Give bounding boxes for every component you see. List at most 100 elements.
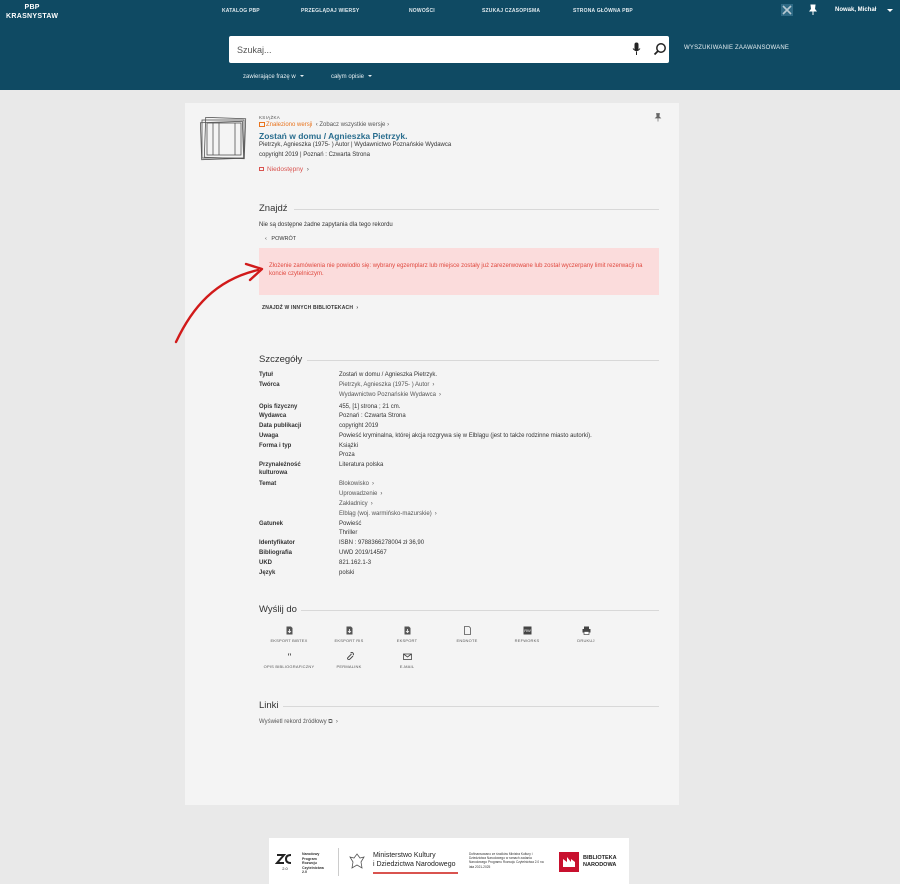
search-box: [229, 36, 669, 63]
advanced-search-link[interactable]: WYSZUKIWANIE ZAAWANSOWANE: [684, 45, 789, 51]
filter-scope-dropdown[interactable]: całym opisie: [331, 74, 373, 80]
filter-phrase-label: zawierające frazę w: [243, 74, 296, 80]
library-line2: NARODOWA: [583, 862, 617, 868]
svg-text:RW: RW: [524, 628, 531, 633]
print-label: DRUKUJ: [577, 638, 595, 643]
nav-item-journals[interactable]: SZUKAJ CZASOPISMA: [482, 8, 540, 14]
detail-value-form-2: Proza: [339, 452, 355, 458]
all-versions-link[interactable]: Zobacz wszystkie wersje: [319, 122, 385, 128]
library-line1: BIBLIOTEKA: [583, 855, 617, 861]
search-input[interactable]: [237, 42, 617, 57]
chevron-down-icon: [368, 75, 373, 78]
find-in-other-libraries-link[interactable]: ZNAJDŹ W INNYCH BIBLIOTEKACH ›: [262, 305, 358, 311]
chevron-down-icon: [299, 75, 304, 78]
detail-label-language: Język: [259, 570, 276, 576]
nav-item-browse[interactable]: PRZEGLĄDAJ WIERSY: [301, 8, 359, 14]
document-download-icon: [286, 626, 292, 635]
nprc-text: Narodowy Program Rozwoju Czytelnictwa 2.…: [302, 852, 324, 874]
refworks-button[interactable]: RW REFWORKS: [497, 626, 557, 643]
print-button[interactable]: DRUKUJ: [556, 626, 616, 643]
chevron-right-icon: ›: [385, 122, 390, 129]
detail-value-form-1: Książki: [339, 443, 359, 449]
detail-link-label: Zakładnicy: [339, 501, 368, 507]
detail-link-label: Pietrzyk, Agnieszka (1975- ) Autor: [339, 382, 430, 388]
ministry-line1: Ministerstwo Kultury: [373, 852, 436, 859]
nav-item-catalog[interactable]: KATALOG PBP: [222, 8, 260, 14]
detail-label-note: Uwaga: [259, 433, 279, 439]
divider: [373, 872, 458, 874]
filter-phrase-dropdown[interactable]: zawierające frazę w: [243, 74, 304, 80]
quote-icon: ": [287, 652, 292, 661]
detail-label-bibliography: Bibliografia: [259, 550, 293, 556]
export-button[interactable]: EKSPORT: [377, 626, 437, 643]
site-logo[interactable]: PBP KRASNYSTAW: [6, 3, 58, 21]
detail-value-physical: 455, [1] strona ; 21 cm.: [339, 404, 401, 410]
paperclip-icon: [346, 652, 354, 661]
availability-status[interactable]: Niedostępny ›: [259, 166, 309, 173]
detail-link-subject-1[interactable]: Blokowisko ›: [339, 480, 374, 489]
detail-value-genre-2: Thriller: [339, 530, 358, 536]
back-button[interactable]: ‹ POWRÓT: [265, 236, 296, 242]
book-cover-placeholder-icon: [199, 117, 247, 161]
nav-item-new[interactable]: NOWOŚCI: [409, 8, 435, 14]
endnote-button[interactable]: ENDNOTE: [437, 626, 497, 643]
source-record-link[interactable]: Wyświetl rekord źródłowy ⧉ ›: [259, 719, 338, 726]
citation-button[interactable]: " OPIS BIBLIOGRAFICZNY: [259, 652, 319, 669]
annotation-arrow-icon: [174, 262, 264, 344]
versions-found-link[interactable]: Znaleziono wersji: [266, 122, 312, 128]
divider: [294, 209, 659, 210]
pin-icon[interactable]: [654, 113, 662, 122]
search-icon[interactable]: [653, 42, 667, 56]
export-ris-button[interactable]: EKSPORT RIS: [319, 626, 379, 643]
detail-label-date: Data publikacji: [259, 423, 302, 429]
detail-value-title: Zostań w domu / Agnieszka Pietrzyk.: [339, 372, 438, 378]
chevron-right-icon: ›: [370, 501, 373, 507]
detail-value-genre-1: Powieść: [339, 521, 362, 527]
detail-value-note: Powieść kryminalna, której akcja rozgryw…: [339, 433, 592, 439]
svg-text:": ": [287, 652, 292, 661]
permalink-button[interactable]: PERMALINK: [319, 652, 379, 669]
record-version-links: Znaleziono wersji ‹ Zobacz wszystkie wer…: [259, 122, 389, 128]
chevron-right-icon: ›: [303, 166, 309, 173]
detail-value-culture: Literatura polska: [339, 462, 384, 468]
email-button[interactable]: E-MAIL: [377, 652, 437, 669]
pin-icon[interactable]: [807, 4, 819, 16]
record-title[interactable]: Zostań w domu / Agnieszka Pietrzyk.: [259, 131, 407, 141]
chevron-down-icon[interactable]: [887, 9, 893, 12]
permalink-label: PERMALINK: [336, 664, 362, 669]
find-in-other-libraries-label: ZNAJDŹ W INNYCH BIBLIOTEKACH: [262, 305, 354, 311]
no-requests-text: Nie są dostępne żadne zapytania dla tego…: [259, 222, 393, 228]
microphone-icon[interactable]: [632, 42, 641, 56]
chevron-right-icon: ›: [353, 305, 359, 311]
detail-link-subject-4[interactable]: Elbląg (woj. warmińsko-mazurskie) ›: [339, 510, 437, 519]
detail-link-creator-2[interactable]: Wydawnictwo Poznańskie Wydawca ›: [339, 391, 441, 400]
detail-link-subject-3[interactable]: Zakładnicy ›: [339, 500, 373, 509]
footer-sponsors: 2.0 Narodowy Program Rozwoju Czytelnictw…: [269, 838, 629, 884]
find-section-title: Znajdź: [259, 203, 288, 214]
detail-value-date: copyright 2019: [339, 423, 379, 429]
chevron-right-icon: ›: [372, 481, 375, 487]
detail-link-creator-1[interactable]: Pietrzyk, Agnieszka (1975- ) Autor ›: [339, 381, 434, 390]
links-section-title: Linki: [259, 700, 279, 711]
svg-text:2.0: 2.0: [282, 866, 288, 871]
export-bibtex-button[interactable]: EKSPORT BIBTEX: [259, 626, 319, 643]
accessibility-icon[interactable]: [781, 4, 793, 16]
user-menu[interactable]: Nowak, Michał: [835, 7, 876, 13]
citation-label: OPIS BIBLIOGRAFICZNY: [263, 664, 315, 669]
national-library-logo-icon: [559, 852, 579, 872]
error-alert: Złożenie zamówienia nie powiodło się: wy…: [259, 248, 659, 295]
top-bar: PBP KRASNYSTAW KATALOG PBP PRZEGLĄDAJ WI…: [0, 0, 900, 90]
chevron-right-icon: ›: [380, 491, 383, 497]
detail-link-subject-2[interactable]: Uprowadzenie ›: [339, 490, 382, 499]
document-download-icon: [404, 626, 410, 635]
error-alert-text: Złożenie zamówienia nie powiodło się: wy…: [269, 263, 643, 277]
nav-item-home[interactable]: STRONA GŁÓWNA PBP: [573, 8, 633, 14]
printer-icon: [582, 626, 590, 635]
logo-line2: KRASNYSTAW: [6, 13, 59, 20]
detail-value-language: polski: [339, 570, 355, 576]
back-label: POWRÓT: [271, 236, 297, 242]
ministry-line2: i Dziedzictwa Narodowego: [373, 861, 456, 868]
detail-label-genre: Gatunek: [259, 521, 284, 527]
document-icon: [463, 626, 471, 635]
availability-label: Niedostępny: [267, 166, 304, 173]
